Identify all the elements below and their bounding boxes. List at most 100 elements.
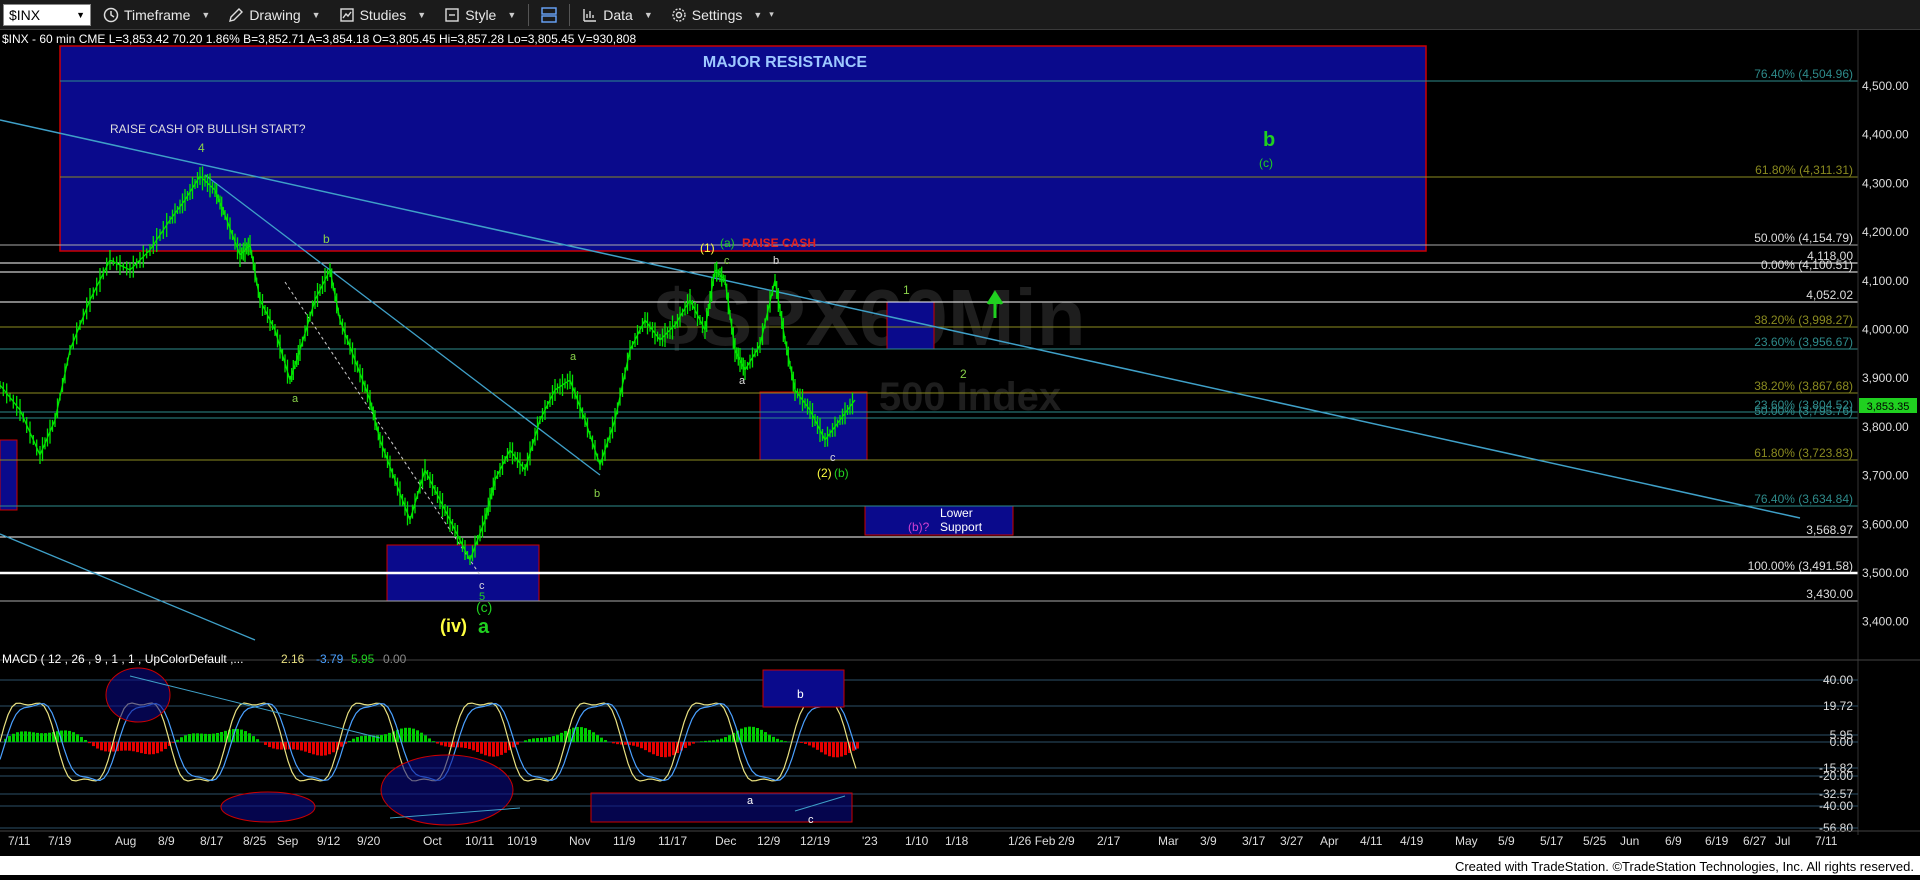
time-tick-label: Nov bbox=[569, 834, 590, 848]
macd-bar bbox=[152, 742, 155, 754]
macd-bar bbox=[668, 742, 671, 757]
macd-bar bbox=[540, 738, 543, 742]
macd-bar bbox=[468, 742, 471, 749]
time-tick-label: 4/19 bbox=[1400, 834, 1424, 848]
settings-button[interactable]: Settings ▼ ▾ bbox=[665, 3, 780, 27]
macd-bar bbox=[40, 733, 43, 742]
macd-bar bbox=[244, 731, 247, 742]
macd-bar bbox=[136, 742, 139, 752]
macd-bar bbox=[408, 728, 411, 742]
macd-bar bbox=[416, 730, 419, 742]
wave-b-label-2: b bbox=[594, 488, 600, 500]
macd-bar bbox=[752, 727, 755, 742]
credit-text: Created with TradeStation. ©TradeStation… bbox=[1453, 859, 1916, 874]
macd-bar bbox=[712, 740, 715, 742]
price-tick-label: 3,800.00 bbox=[1862, 420, 1909, 434]
macd-bar bbox=[208, 734, 211, 742]
major-resistance-label: MAJOR RESISTANCE bbox=[703, 54, 867, 71]
macd-bar bbox=[472, 742, 475, 750]
chart-area[interactable]: $SPX60Min 500 Index MAJOR RESISTANCE RAI… bbox=[0, 30, 1920, 875]
macd-bar bbox=[316, 742, 319, 755]
caret-down-icon: ▼ bbox=[753, 10, 762, 20]
clock-icon bbox=[103, 7, 119, 23]
style-label: Style bbox=[465, 7, 496, 23]
wave-a-label-2: a bbox=[570, 351, 577, 363]
macd-bar bbox=[308, 742, 311, 753]
macd-bar bbox=[160, 742, 163, 751]
macd-bar bbox=[240, 730, 243, 742]
macd-bar bbox=[128, 742, 131, 751]
macd-bar bbox=[720, 739, 723, 742]
drawing-button[interactable]: Drawing ▼ bbox=[222, 3, 326, 27]
macd-bar bbox=[100, 742, 103, 750]
macd-bar bbox=[104, 742, 107, 751]
macd-axis-label: -40.00 bbox=[1819, 799, 1853, 813]
macd-bar bbox=[536, 738, 539, 742]
macd-bar bbox=[28, 732, 31, 742]
macd-bar bbox=[448, 742, 451, 747]
macd-bar bbox=[660, 742, 663, 757]
left-edge-box bbox=[0, 440, 17, 510]
price-axis: 4,500.004,400.004,300.004,200.004,100.00… bbox=[1862, 79, 1909, 629]
pencil-icon bbox=[228, 7, 244, 23]
price-tick-label: 4,000.00 bbox=[1862, 323, 1909, 337]
macd-bar bbox=[784, 741, 787, 742]
macd-bar bbox=[296, 742, 299, 750]
price-tick-label: 3,500.00 bbox=[1862, 566, 1909, 580]
macd-a-label: a bbox=[747, 795, 754, 807]
macd-value-1: 2.16 bbox=[281, 652, 305, 666]
wave-b-paren-label: (b) bbox=[834, 466, 849, 480]
macd-bar bbox=[684, 742, 687, 748]
caret-down-icon: ▼ bbox=[312, 10, 321, 20]
data-icon bbox=[582, 7, 598, 23]
time-tick-label: 1/18 bbox=[945, 834, 969, 848]
macd-bar bbox=[12, 734, 15, 742]
macd-bar bbox=[832, 742, 835, 757]
macd-bar bbox=[624, 742, 627, 745]
time-tick-label: Jun bbox=[1620, 834, 1639, 848]
symbol-value: $INX bbox=[9, 7, 40, 23]
macd-bar bbox=[460, 742, 463, 748]
price-tick-label: 4,200.00 bbox=[1862, 225, 1909, 239]
macd-bar bbox=[360, 736, 363, 742]
macd-bar bbox=[252, 736, 255, 742]
macd-trendline-2 bbox=[130, 676, 380, 738]
macd-value-4: 0.00 bbox=[383, 652, 407, 666]
macd-bar bbox=[768, 735, 771, 742]
fib-label: 23.60% (3,956.67) bbox=[1754, 335, 1853, 349]
macd-bar bbox=[632, 742, 635, 746]
style-button[interactable]: Style ▼ bbox=[438, 3, 522, 27]
wave-2-label: 2 bbox=[960, 367, 967, 381]
macd-bar bbox=[708, 741, 711, 742]
time-tick-label: '23 bbox=[862, 834, 878, 848]
fib-label: 50.00% (3,795.76) bbox=[1754, 404, 1853, 418]
lower-trendline bbox=[0, 534, 255, 640]
macd-bar bbox=[824, 742, 827, 754]
macd-bar bbox=[148, 742, 151, 754]
macd-bar bbox=[328, 742, 331, 754]
fib-label: 61.80% (4,311.31) bbox=[1755, 163, 1853, 177]
price-tick-label: 3,900.00 bbox=[1862, 371, 1909, 385]
macd-bar bbox=[432, 741, 435, 742]
wave-2-paren-label: (2) bbox=[817, 466, 832, 480]
macd-bar bbox=[692, 742, 695, 744]
data-label: Data bbox=[603, 7, 633, 23]
macd-bar bbox=[192, 733, 195, 742]
macd-axis-label: 0.00 bbox=[1830, 735, 1854, 749]
macd-c-label: c bbox=[808, 814, 814, 826]
macd-bar bbox=[644, 742, 647, 750]
macd-bar bbox=[196, 733, 199, 742]
symbol-input[interactable]: $INX ▼ bbox=[3, 4, 91, 26]
time-tick-label: 1/10 bbox=[905, 834, 929, 848]
macd-bar bbox=[24, 731, 27, 742]
fib-label: 3,568.97 bbox=[1806, 523, 1853, 537]
macd-bar bbox=[828, 742, 831, 756]
timeframe-button[interactable]: Timeframe ▼ bbox=[97, 3, 216, 27]
macd-bar bbox=[356, 737, 359, 742]
macd-bar bbox=[476, 742, 479, 752]
studies-button[interactable]: Studies ▼ bbox=[333, 3, 433, 27]
data-button[interactable]: Data ▼ bbox=[576, 3, 659, 27]
layout-button[interactable] bbox=[535, 3, 563, 27]
raise-cash-question: RAISE CASH OR BULLISH START? bbox=[110, 122, 306, 136]
macd-bar bbox=[72, 732, 75, 742]
